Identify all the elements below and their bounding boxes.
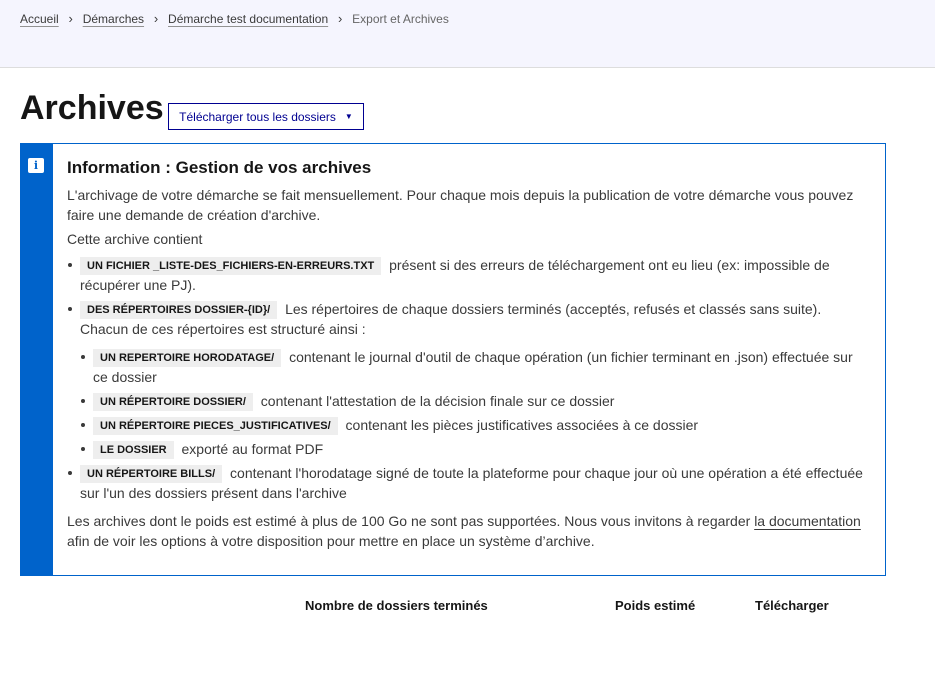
page-title: Archives <box>20 89 164 127</box>
column-header-poids: Poids estimé <box>615 598 696 613</box>
documentation-link[interactable]: la documentation <box>754 513 861 529</box>
notice-accent-bar: i <box>20 143 53 576</box>
notice-footer-before: Les archives dont le poids est estimé à … <box>67 513 755 529</box>
code-tag: UN REPERTOIRE HORODATAGE/ <box>93 349 282 367</box>
notice-intro: L'archivage de votre démarche se fait me… <box>67 187 854 223</box>
chevron-right-icon: › <box>153 11 159 26</box>
list-item: UN REPERTOIRE HORODATAGE/ contenant le j… <box>81 347 867 387</box>
download-all-button[interactable]: Télécharger tous les dossiers ▼ <box>168 103 364 130</box>
code-tag: UN RÉPERTOIRE DOSSIER/ <box>93 393 253 411</box>
code-tag: UN RÉPERTOIRE PIECES_JUSTIFICATIVES/ <box>93 417 338 435</box>
column-header-telecharger: Télécharger <box>755 598 829 613</box>
info-icon: i <box>28 158 44 173</box>
list-item: UN FICHIER _LISTE-DES_FICHIERS-EN-ERREUR… <box>68 255 867 295</box>
notice-title: Information : Gestion de vos archives <box>67 158 372 177</box>
list-item: UN RÉPERTOIRE DOSSIER/ contenant l'attes… <box>81 391 867 411</box>
list-item: UN RÉPERTOIRE PIECES_JUSTIFICATIVES/ con… <box>81 415 867 435</box>
list-item-text: exporté au format PDF <box>181 441 324 457</box>
info-notice: i Information : Gestion de vos archives … <box>20 143 886 576</box>
breadcrumb-link-demarche[interactable]: Démarche test documentation <box>168 12 328 26</box>
header-band: Accueil › Démarches › Démarche test docu… <box>0 0 935 68</box>
chevron-right-icon: › <box>337 11 343 26</box>
code-tag: UN FICHIER _LISTE-DES_FICHIERS-EN-ERREUR… <box>80 257 382 275</box>
breadcrumb-link-demarches[interactable]: Démarches <box>83 12 144 26</box>
notice-footer-after: afin de voir les options à votre disposi… <box>67 533 595 549</box>
notice-footer: Les archives dont le poids est estimé à … <box>67 511 867 551</box>
list-item: UN RÉPERTOIRE BILLS/ contenant l'horodat… <box>68 463 867 503</box>
code-tag: DES RÉPERTOIRES DOSSIER-{ID}/ <box>80 301 278 319</box>
breadcrumb: Accueil › Démarches › Démarche test docu… <box>20 11 449 26</box>
list-item: LE DOSSIER exporté au format PDF <box>81 439 867 459</box>
download-all-label: Télécharger tous les dossiers <box>179 109 336 124</box>
notice-body: Information : Gestion de vos archives L'… <box>67 156 867 551</box>
archive-contents-list: UN FICHIER _LISTE-DES_FICHIERS-EN-ERREUR… <box>67 255 867 503</box>
code-tag: UN RÉPERTOIRE BILLS/ <box>80 465 223 483</box>
caret-down-icon: ▼ <box>344 112 353 121</box>
list-item-text: contenant l'attestation de la décision f… <box>260 393 615 409</box>
notice-contains: Cette archive contient <box>67 231 203 247</box>
dossier-structure-list: UN REPERTOIRE HORODATAGE/ contenant le j… <box>80 347 867 459</box>
list-item: DES RÉPERTOIRES DOSSIER-{ID}/ Les répert… <box>68 299 867 459</box>
breadcrumb-link-accueil[interactable]: Accueil <box>20 12 59 26</box>
chevron-right-icon: › <box>68 11 73 26</box>
list-item-text: contenant les pièces justificatives asso… <box>345 417 699 433</box>
code-tag: LE DOSSIER <box>93 441 174 459</box>
breadcrumb-current: Export et Archives <box>352 11 449 26</box>
column-header-dossiers: Nombre de dossiers terminés <box>305 598 488 613</box>
